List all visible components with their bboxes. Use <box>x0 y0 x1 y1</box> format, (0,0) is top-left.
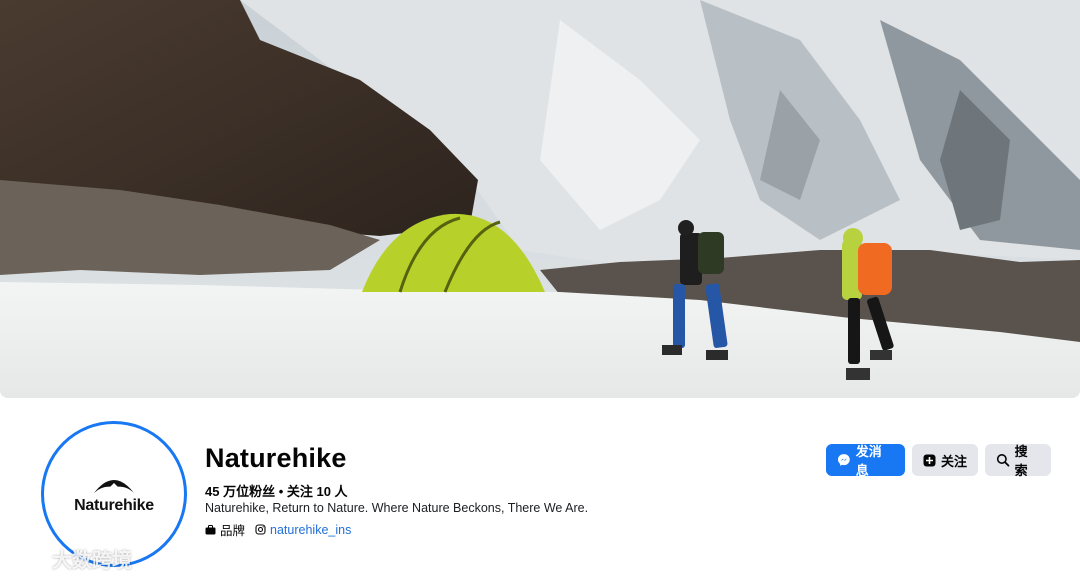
profile-name: Naturehike <box>205 443 347 473</box>
avatar-logo-text: Naturehike <box>74 497 154 514</box>
cover-image <box>0 0 1080 398</box>
stats-separator: • <box>275 484 287 499</box>
messenger-icon <box>837 454 850 466</box>
watermark-logo-icon <box>8 549 44 567</box>
briefcase-icon <box>205 524 216 534</box>
search-button-label: 搜索 <box>1014 444 1028 478</box>
profile-stats: 45 万位粉丝 • 关注 10 人 <box>205 481 348 500</box>
instagram-icon <box>255 524 266 535</box>
watermark-text: 大数跨境 <box>52 550 132 572</box>
search-button[interactable]: 搜索 <box>985 444 1051 478</box>
profile-actions: 发消息 关注 搜索 <box>826 444 1051 478</box>
message-button-label: 发消息 <box>855 444 882 478</box>
search-icon <box>996 454 1010 467</box>
category-item: 品牌 <box>205 520 245 539</box>
profile-details: 品牌 naturehike_ins <box>205 520 351 539</box>
instagram-item[interactable]: naturehike_ins <box>255 523 351 537</box>
naturehike-logo-icon <box>94 480 134 493</box>
follow-button[interactable]: 关注 <box>912 444 978 476</box>
following-count[interactable]: 关注 10 人 <box>287 484 348 499</box>
instagram-link[interactable]: naturehike_ins <box>270 523 351 537</box>
profile-bio: Naturehike, Return to Nature. Where Natu… <box>205 501 589 515</box>
followers-count[interactable]: 45 万位粉丝 <box>205 484 275 499</box>
follow-icon <box>923 454 936 466</box>
follow-button-label: 关注 <box>941 453 968 469</box>
category-label: 品牌 <box>220 524 246 538</box>
watermark: 大数跨境 <box>6 544 132 573</box>
message-button[interactable]: 发消息 <box>826 444 905 478</box>
cover-photo[interactable] <box>0 0 1080 398</box>
